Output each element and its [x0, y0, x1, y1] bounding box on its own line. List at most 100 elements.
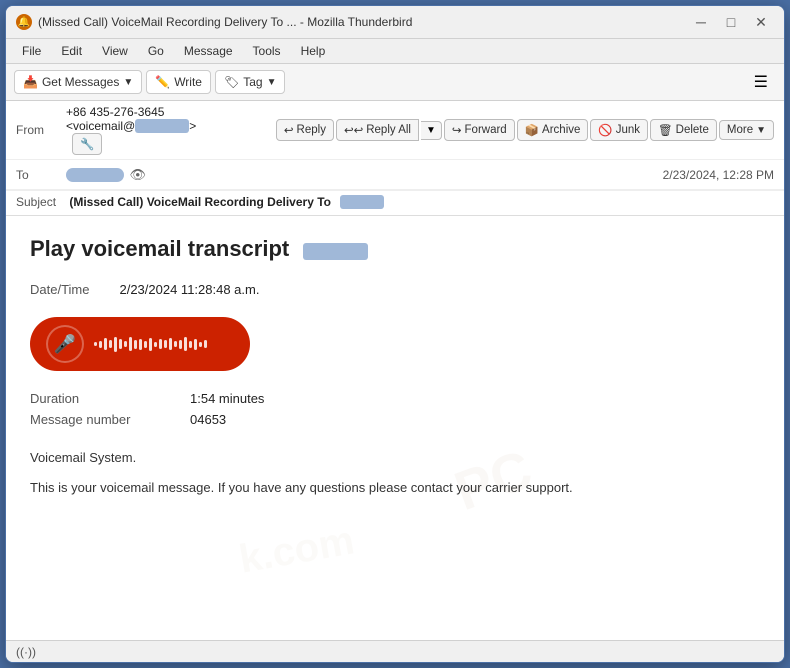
waveform-bar [129, 337, 132, 351]
delete-button[interactable]: 🗑 Delete [650, 119, 717, 141]
waveform-bar [194, 339, 197, 350]
menu-view[interactable]: View [94, 41, 136, 61]
archive-button[interactable]: 📦 Archive [517, 119, 589, 141]
reply-all-icon: ↩↩ [344, 123, 363, 137]
junk-label: Junk [616, 124, 640, 136]
waveform-bar [174, 341, 177, 347]
email-header: From +86 435-276-3645 <voicemail@ > 🔧 ↩ … [6, 101, 784, 216]
menu-go[interactable]: Go [140, 41, 172, 61]
waveform-bar [159, 339, 162, 349]
get-messages-dropdown-icon: ▼ [123, 77, 133, 88]
waveform-bar [184, 337, 187, 351]
more-dropdown-icon: ▼ [756, 125, 766, 136]
to-row: To 👁 2/23/2024, 12:28 PM [6, 160, 784, 190]
email-body: PC k.com Play voicemail transcript Date/… [6, 216, 784, 640]
to-label: To [16, 168, 66, 182]
email-date: 2/23/2024, 12:28 PM [663, 168, 774, 182]
duration-value: 1:54 minutes [190, 391, 264, 406]
mic-button[interactable]: 🎤 [46, 325, 84, 363]
footer-line2: This is your voicemail message. If you h… [30, 477, 760, 499]
delete-label: Delete [676, 124, 709, 136]
maximize-button[interactable]: □ [718, 12, 744, 32]
waveform-bar [119, 339, 122, 349]
get-messages-label: Get Messages [42, 75, 119, 89]
message-number-row: Message number 04653 [30, 412, 760, 427]
duration-label: Duration [30, 391, 140, 406]
get-messages-button[interactable]: 📥 Get Messages ▼ [14, 70, 142, 94]
hamburger-menu[interactable]: ☰ [746, 68, 776, 96]
datetime-label: Date/Time [30, 282, 89, 297]
menu-file[interactable]: File [14, 41, 49, 61]
properties-button[interactable]: 🔧 [72, 133, 102, 155]
close-button[interactable]: ✕ [748, 12, 774, 32]
window-controls: ─ □ ✕ [688, 12, 774, 32]
archive-icon: 📦 [525, 123, 539, 137]
waveform-bar [154, 342, 157, 347]
get-messages-icon: 📥 [23, 75, 38, 89]
from-value: +86 435-276-3645 <voicemail@ > 🔧 [66, 105, 276, 155]
forward-button[interactable]: ↪ Forward [444, 119, 515, 141]
tag-dropdown-icon: ▼ [267, 77, 277, 88]
waveform-bar [179, 340, 182, 349]
email-content: Play voicemail transcript Date/Time 2/23… [30, 236, 760, 499]
waveform-bar [199, 342, 202, 347]
waveform-bar [134, 340, 137, 349]
title-bar-left: 🔔 (Missed Call) VoiceMail Recording Deli… [16, 14, 412, 30]
more-button[interactable]: More ▼ [719, 120, 774, 140]
from-label: From [16, 123, 66, 137]
waveform-bar [144, 341, 147, 348]
tag-label: Tag [243, 75, 262, 89]
menu-message[interactable]: Message [176, 41, 241, 61]
reply-button[interactable]: ↩ Reply [276, 119, 334, 141]
more-label: More [727, 124, 753, 136]
app-icon: 🔔 [16, 14, 32, 30]
toolbar: 📥 Get Messages ▼ ✏️ Write 🏷 Tag ▼ ☰ [6, 64, 784, 101]
tag-button[interactable]: 🏷 Tag ▼ [215, 70, 286, 94]
waveform-bar [114, 337, 117, 352]
from-row: From +86 435-276-3645 <voicemail@ > 🔧 ↩ … [6, 101, 784, 160]
voicemail-title-text: Play voicemail transcript [30, 236, 289, 261]
minimize-button[interactable]: ─ [688, 12, 714, 32]
delete-icon: 🗑 [658, 123, 673, 137]
footer-line1: Voicemail System. [30, 447, 760, 469]
subject-label: Subject [16, 195, 66, 209]
to-blurred [66, 168, 124, 182]
write-button[interactable]: ✏️ Write [146, 70, 211, 94]
waveform-bar [139, 339, 142, 350]
status-bar: ((·)) [6, 640, 784, 662]
voicemail-title: Play voicemail transcript [30, 236, 760, 262]
waveform-bar [99, 341, 102, 348]
archive-label: Archive [542, 124, 580, 136]
waveform [94, 337, 234, 352]
reply-all-dropdown[interactable]: ▼ [421, 121, 442, 140]
subject-row: Subject (Missed Call) VoiceMail Recordin… [6, 190, 784, 215]
menu-bar: File Edit View Go Message Tools Help [6, 39, 784, 64]
reply-all-button[interactable]: ↩↩ Reply All [336, 119, 419, 141]
forward-icon: ↪ [452, 123, 462, 137]
audio-player[interactable]: 🎤 [30, 317, 250, 371]
reply-all-label: Reply All [366, 124, 411, 136]
junk-button[interactable]: 🚫 Junk [590, 119, 648, 141]
title-blurred [303, 243, 367, 260]
datetime-row: Date/Time 2/23/2024 11:28:48 a.m. [30, 282, 760, 297]
waveform-bar [124, 341, 127, 347]
write-label: Write [174, 75, 202, 89]
privacy-icon[interactable]: 👁 [130, 167, 147, 183]
junk-icon: 🚫 [598, 123, 612, 137]
menu-tools[interactable]: Tools [245, 41, 289, 61]
tag-icon: 🏷 [224, 75, 239, 89]
header-actions: ↩ Reply ↩↩ Reply All ▼ ↪ Forward 📦 Archi… [276, 119, 774, 141]
menu-help[interactable]: Help [293, 41, 334, 61]
waveform-bar [149, 338, 152, 351]
from-blurred [135, 119, 189, 133]
window-title: (Missed Call) VoiceMail Recording Delive… [38, 15, 412, 29]
main-window: 🔔 (Missed Call) VoiceMail Recording Deli… [5, 5, 785, 663]
waveform-bar [109, 340, 112, 348]
menu-edit[interactable]: Edit [53, 41, 90, 61]
waveform-bar [104, 338, 107, 350]
reply-icon: ↩ [284, 123, 294, 137]
status-icon: ((·)) [16, 645, 36, 659]
message-number-label: Message number [30, 412, 140, 427]
waveform-bar [164, 340, 167, 348]
subject-value: (Missed Call) VoiceMail Recording Delive… [69, 195, 331, 209]
